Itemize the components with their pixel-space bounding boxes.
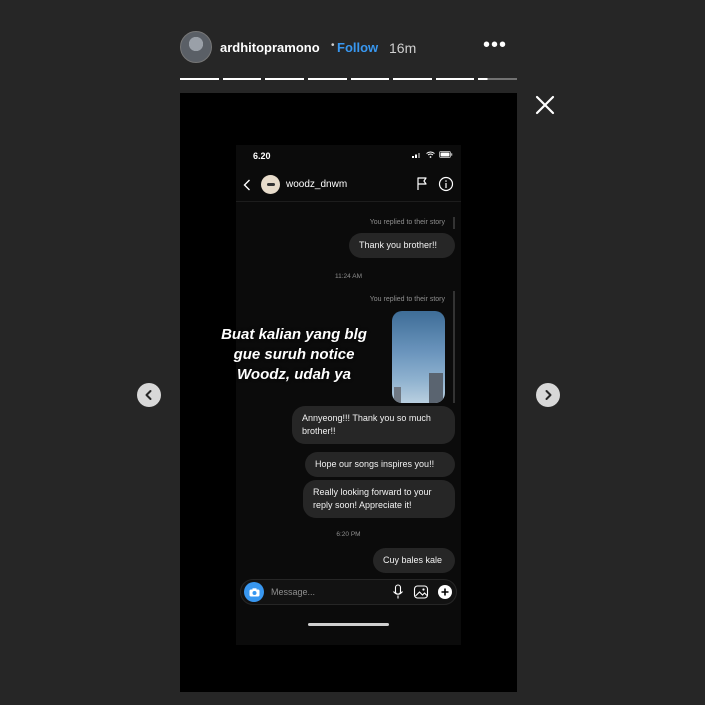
chat-username[interactable]: woodz_dnwm <box>286 179 347 190</box>
add-icon[interactable] <box>437 584 453 600</box>
progress-segment-current <box>478 78 517 80</box>
dm-avatar[interactable] <box>261 175 280 194</box>
message-bubble[interactable]: Really looking forward to your reply soo… <box>303 480 455 518</box>
chat-timestamp: 6:20 PM <box>336 531 361 538</box>
more-options-icon[interactable]: ••• <box>483 34 507 57</box>
phone-screenshot: 6.20 woodz_dnwm You replied to their sto… <box>236 145 461 645</box>
username[interactable]: ardhitopramono <box>220 40 320 55</box>
info-icon[interactable] <box>438 176 454 192</box>
progress-segment <box>350 78 390 80</box>
story-header: ardhitopramono • Follow 16m ••• <box>180 30 517 64</box>
message-composer[interactable] <box>240 579 457 605</box>
progress-segment <box>435 78 475 80</box>
progress-segment <box>265 78 304 80</box>
progress-segment <box>180 78 219 80</box>
message-input[interactable] <box>271 585 381 599</box>
overlay-line: gue suruh notice <box>233 346 355 363</box>
back-arrow-icon[interactable] <box>242 178 252 192</box>
message-bubble[interactable]: Cuy bales kale <box>373 548 455 573</box>
flag-icon[interactable] <box>415 176 429 192</box>
progress-segment <box>307 78 347 80</box>
reply-note: You replied to their story <box>369 219 445 226</box>
story-frame[interactable]: 6.20 woodz_dnwm You replied to their sto… <box>180 93 517 692</box>
microphone-icon[interactable] <box>391 584 405 600</box>
wifi-icon <box>426 151 435 158</box>
reply-indicator-bar <box>453 291 455 403</box>
dm-header: woodz_dnwm <box>236 171 461 202</box>
progress-segment <box>393 78 432 80</box>
chat-timestamp: 11:24 AM <box>335 273 362 280</box>
message-bubble[interactable]: Annyeong!!! Thank you so much brother!! <box>292 406 455 444</box>
timestamp: 16m <box>389 40 417 56</box>
signal-icon <box>412 153 420 158</box>
replied-story-thumbnail[interactable] <box>392 311 445 403</box>
follow-button[interactable]: Follow <box>337 40 378 55</box>
status-time: 6.20 <box>253 151 271 161</box>
chevron-left-icon <box>145 390 152 400</box>
chevron-right-icon <box>545 390 552 400</box>
reply-indicator-bar <box>453 217 455 229</box>
home-indicator <box>308 623 389 626</box>
gallery-icon[interactable] <box>413 584 429 600</box>
avatar[interactable] <box>180 31 212 63</box>
camera-icon[interactable] <box>244 582 264 602</box>
progress-segment <box>222 78 262 80</box>
next-story-button[interactable] <box>536 383 560 407</box>
close-icon[interactable] <box>533 93 557 117</box>
overlay-line: Woodz, udah ya <box>237 366 351 383</box>
status-bar: 6.20 <box>236 145 461 167</box>
story-progress-bar <box>180 78 517 80</box>
battery-icon <box>439 151 453 158</box>
separator-dot: • <box>331 40 335 51</box>
overlay-line: Buat kalian yang blg <box>221 326 367 343</box>
story-text-overlay: Buat kalian yang blg gue suruh notice Wo… <box>194 325 394 385</box>
status-icons <box>412 151 453 158</box>
previous-story-button[interactable] <box>137 383 161 407</box>
message-bubble[interactable]: Thank you brother!! <box>349 233 455 258</box>
message-bubble[interactable]: Hope our songs inspires you!! <box>305 452 455 477</box>
reply-note: You replied to their story <box>369 296 445 303</box>
